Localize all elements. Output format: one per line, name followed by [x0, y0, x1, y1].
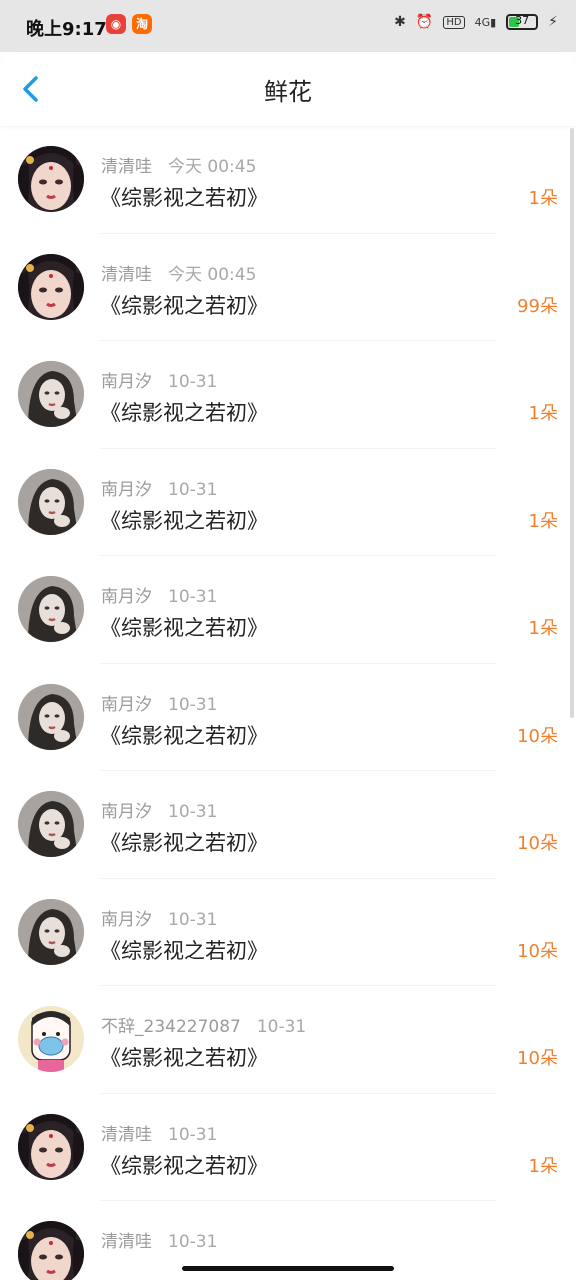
record-meta: 清清哇 今天 00:45 [101, 260, 256, 285]
list-item[interactable]: 清清哇 今天 00:45 《综影视之若初》 99朵 [0, 234, 576, 341]
book-title[interactable]: 《综影视之若初》 [100, 505, 268, 535]
record-time: 今天 00:45 [168, 157, 257, 177]
list-item[interactable]: 南月汐 10-31 《综影视之若初》 1朵 [0, 341, 576, 449]
flower-count: 1朵 [528, 618, 558, 639]
user-name[interactable]: 清清哇 [101, 1125, 152, 1145]
user-name[interactable]: 清清哇 [101, 1232, 152, 1252]
book-title[interactable]: 《综影视之若初》 [100, 935, 268, 965]
status-right: ✱ ⏰ HD 4G▮ 37 ⚡ [394, 14, 558, 30]
avatar[interactable] [18, 468, 84, 535]
user-name[interactable]: 清清哇 [101, 265, 152, 285]
user-name[interactable]: 清清哇 [101, 157, 152, 177]
signal-4g-icon: 4G▮ [474, 15, 497, 29]
charging-icon: ⚡ [548, 14, 558, 30]
nav-header: 鲜花 [0, 52, 576, 126]
book-title[interactable]: 《综影视之若初》 [100, 720, 268, 750]
flower-count: 1朵 [528, 188, 558, 209]
book-title[interactable]: 《综影视之若初》 [100, 397, 268, 427]
record-time: 10-31 [168, 479, 218, 500]
avatar[interactable] [18, 898, 84, 965]
home-indicator[interactable] [182, 1266, 394, 1271]
flower-count: 10朵 [517, 940, 558, 962]
record-meta: 南月汐 10-31 [101, 582, 217, 607]
user-name[interactable]: 南月汐 [101, 372, 152, 392]
record-meta: 清清哇 今天 00:45 [101, 152, 256, 177]
record-time: 10-31 [168, 372, 218, 392]
list-item[interactable]: 南月汐 10-31 《综影视之若初》 1朵 [0, 449, 576, 556]
scrollbar[interactable] [570, 128, 574, 718]
book-title[interactable]: 《综影视之若初》 [100, 827, 268, 857]
battery-icon: 37 [506, 14, 539, 30]
bluetooth-icon: ✱ [394, 14, 406, 30]
record-meta: 清清哇 10-31 [101, 1227, 217, 1252]
list-item[interactable]: 南月汐 10-31 《综影视之若初》 10朵 [0, 771, 576, 879]
record-meta: 不辞_234227087 10-31 [101, 1012, 306, 1037]
flower-count: 10朵 [517, 725, 558, 747]
avatar[interactable] [18, 683, 84, 750]
record-meta: 清清哇 10-31 [101, 1120, 217, 1145]
list-item[interactable]: 南月汐 10-31 《综影视之若初》 10朵 [0, 879, 576, 986]
record-time: 10-31 [168, 587, 218, 607]
record-time: 10-31 [168, 909, 218, 930]
avatar[interactable] [18, 253, 84, 320]
flower-count: 1朵 [528, 1155, 558, 1177]
list-item[interactable]: 清清哇 10-31 《综影视之若初》 1朵 [0, 1094, 576, 1201]
flower-count: 10朵 [517, 1048, 558, 1069]
record-meta: 南月汐 10-31 [101, 367, 217, 392]
book-title[interactable]: 《综影视之若初》 [100, 1042, 268, 1072]
user-name[interactable]: 不辞_234227087 [101, 1017, 241, 1037]
list-item[interactable]: 南月汐 10-31 《综影视之若初》 10朵 [0, 664, 576, 771]
flower-count: 10朵 [517, 833, 558, 854]
book-title[interactable]: 《综影视之若初》 [100, 290, 268, 320]
avatar[interactable] [18, 1006, 84, 1072]
avatar[interactable] [18, 791, 84, 857]
book-title[interactable]: 《综影视之若初》 [100, 182, 268, 212]
flower-record-list[interactable]: 清清哇 今天 00:45 《综影视之若初》 1朵 清清哇 今天 00:45 《综影视之若初》… [0, 126, 576, 1280]
record-time: 10-31 [168, 1124, 218, 1145]
record-meta: 南月汐 10-31 [101, 905, 217, 930]
record-time: 10-31 [168, 1232, 218, 1252]
avatar[interactable] [18, 1113, 84, 1180]
user-name[interactable]: 南月汐 [101, 695, 152, 715]
hd-icon: HD [443, 15, 465, 29]
weibo-icon: ◉ [106, 14, 126, 34]
book-title[interactable]: 《综影视之若初》 [100, 612, 268, 642]
user-name[interactable]: 南月汐 [101, 910, 152, 930]
avatar[interactable] [18, 361, 84, 427]
page-title: 鲜花 [264, 78, 312, 106]
record-time: 10-31 [168, 802, 218, 822]
status-time: 晚上9:17 [26, 19, 107, 40]
list-item[interactable]: 不辞_234227087 10-31 《综影视之若初》 10朵 [0, 986, 576, 1094]
book-title[interactable]: 《综影视之若初》 [100, 1150, 268, 1180]
avatar[interactable] [18, 146, 84, 212]
record-time: 今天 00:45 [168, 264, 257, 285]
list-item[interactable]: 南月汐 10-31 《综影视之若初》 1朵 [0, 556, 576, 664]
list-item[interactable]: 清清哇 今天 00:45 《综影视之若初》 1朵 [0, 126, 576, 234]
record-meta: 南月汐 10-31 [101, 475, 217, 500]
flower-count: 1朵 [528, 403, 558, 424]
battery-level: 37 [515, 14, 530, 27]
record-time: 10-31 [168, 694, 218, 715]
alarm-icon: ⏰ [415, 14, 434, 30]
avatar[interactable] [18, 576, 84, 642]
user-name[interactable]: 南月汐 [101, 480, 152, 500]
record-time: 10-31 [256, 1017, 307, 1037]
user-name[interactable]: 南月汐 [101, 802, 152, 822]
flower-count: 1朵 [528, 510, 558, 532]
taobao-icon: 淘 [132, 14, 152, 34]
flower-count: 99朵 [517, 295, 558, 317]
record-meta: 南月汐 10-31 [101, 797, 217, 822]
status-bar: 晚上9:17 ◉ 淘 ✱ ⏰ HD 4G▮ 37 ⚡ [0, 0, 576, 52]
record-meta: 南月汐 10-31 [101, 690, 217, 715]
avatar[interactable] [18, 1221, 84, 1280]
user-name[interactable]: 南月汐 [101, 587, 152, 607]
